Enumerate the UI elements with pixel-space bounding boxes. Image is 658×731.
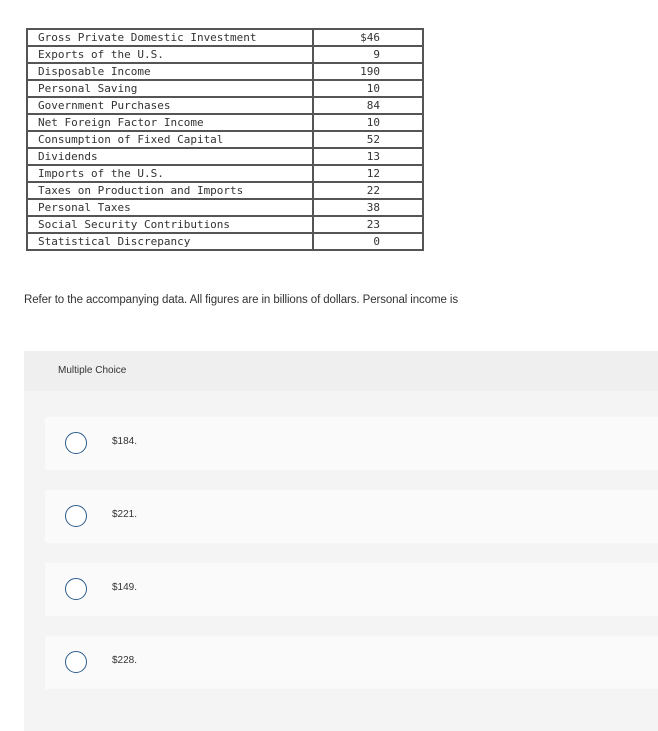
option-a[interactable]: $184. <box>45 417 658 470</box>
option-label: $221. <box>112 509 138 520</box>
row-value: 10 <box>312 79 424 98</box>
row-value: 10 <box>312 113 424 132</box>
row-label: Imports of the U.S. <box>26 164 314 183</box>
radio-button-icon[interactable] <box>65 651 87 673</box>
table-row: Net Foreign Factor Income 10 <box>26 113 424 132</box>
option-label: $149. <box>112 582 138 593</box>
row-value: 12 <box>312 164 424 183</box>
table-row: Social Security Contributions 23 <box>26 215 424 234</box>
row-label: Dividends <box>26 147 314 166</box>
table-row: Personal Taxes 38 <box>26 198 424 217</box>
panel-title: Multiple Choice <box>58 365 127 376</box>
row-label: Exports of the U.S. <box>26 45 314 64</box>
row-value: 84 <box>312 96 424 115</box>
row-label: Government Purchases <box>26 96 314 115</box>
row-value: $46 <box>312 28 424 47</box>
table-row: Statistical Discrepancy 0 <box>26 232 424 251</box>
row-label: Taxes on Production and Imports <box>26 181 314 200</box>
table-row: Taxes on Production and Imports 22 <box>26 181 424 200</box>
table-row: Dividends 13 <box>26 147 424 166</box>
radio-button-icon[interactable] <box>65 578 87 600</box>
row-label: Disposable Income <box>26 62 314 81</box>
table-row: Gross Private Domestic Investment $46 <box>26 28 424 47</box>
row-label: Consumption of Fixed Capital <box>26 130 314 149</box>
table-row: Government Purchases 84 <box>26 96 424 115</box>
row-label: Personal Taxes <box>26 198 314 217</box>
option-label: $228. <box>112 655 138 666</box>
option-label: $184. <box>112 436 138 447</box>
panel-header: Multiple Choice <box>24 351 658 391</box>
row-value: 23 <box>312 215 424 234</box>
radio-button-icon[interactable] <box>65 432 87 454</box>
table-row: Consumption of Fixed Capital 52 <box>26 130 424 149</box>
table-row: Disposable Income 190 <box>26 62 424 81</box>
row-value: 38 <box>312 198 424 217</box>
row-label: Net Foreign Factor Income <box>26 113 314 132</box>
table-row: Exports of the U.S. 9 <box>26 45 424 64</box>
row-value: 13 <box>312 147 424 166</box>
row-label: Gross Private Domestic Investment <box>26 28 314 47</box>
row-label: Statistical Discrepancy <box>26 232 314 251</box>
row-label: Social Security Contributions <box>26 215 314 234</box>
row-value: 9 <box>312 45 424 64</box>
row-value: 22 <box>312 181 424 200</box>
option-b[interactable]: $221. <box>45 490 658 543</box>
table-row: Personal Saving 10 <box>26 79 424 98</box>
row-value: 52 <box>312 130 424 149</box>
table-row: Imports of the U.S. 12 <box>26 164 424 183</box>
data-table: Gross Private Domestic Investment $46 Expo… <box>26 28 424 251</box>
row-label: Personal Saving <box>26 79 314 98</box>
row-value: 0 <box>312 232 424 251</box>
question-text: Refer to the accompanying data. All figu… <box>24 294 458 306</box>
row-value: 190 <box>312 62 424 81</box>
option-c[interactable]: $149. <box>45 563 658 616</box>
radio-button-icon[interactable] <box>65 505 87 527</box>
option-d[interactable]: $228. <box>45 636 658 689</box>
multiple-choice-panel: Multiple Choice $184. $221. $149. $228. <box>24 351 658 731</box>
